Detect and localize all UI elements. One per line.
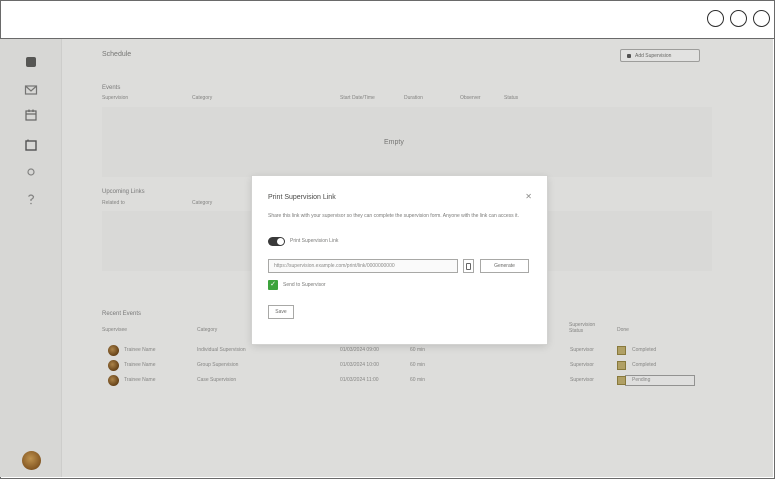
close-icon[interactable]: ✕ xyxy=(525,192,532,201)
send-checkbox-label: Send to Supervisor xyxy=(283,282,326,288)
link-field[interactable]: https://supervision.example.com/print/li… xyxy=(268,259,458,273)
title-bar xyxy=(1,1,774,39)
copy-button[interactable] xyxy=(463,259,474,273)
send-checkbox[interactable]: ✓ xyxy=(268,280,278,290)
toggle-label: Print Supervision Link xyxy=(290,238,339,244)
print-link-dialog: Print Supervision Link ✕ Share this link… xyxy=(252,176,547,344)
dialog-description: Share this link with your supervisor so … xyxy=(268,213,519,219)
print-link-toggle[interactable] xyxy=(268,237,285,246)
copy-icon xyxy=(466,262,471,270)
minimize-button[interactable] xyxy=(707,10,724,27)
maximize-button[interactable] xyxy=(730,10,747,27)
generate-button[interactable]: Generate xyxy=(480,259,529,273)
save-button[interactable]: Save xyxy=(268,305,294,319)
close-window-button[interactable] xyxy=(753,10,770,27)
dialog-title: Print Supervision Link xyxy=(268,194,336,201)
window-controls xyxy=(707,10,770,27)
